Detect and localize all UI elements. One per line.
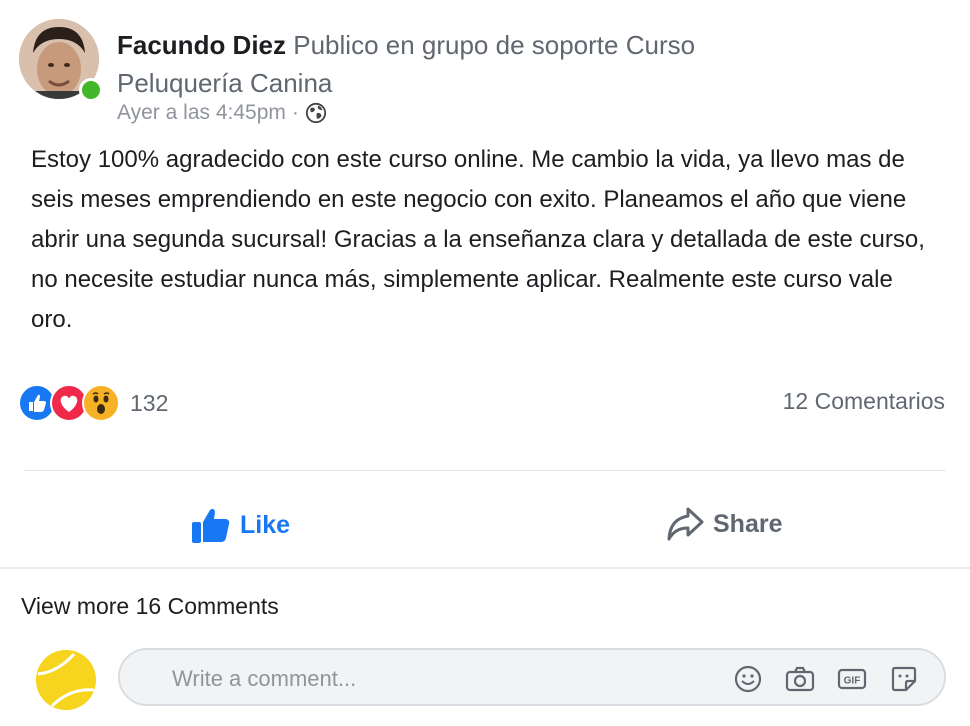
current-user-avatar[interactable]: [36, 650, 96, 710]
comment-box: GIF: [118, 648, 946, 706]
author-name[interactable]: Facundo Diez: [117, 30, 286, 60]
emoji-icon[interactable]: [732, 664, 764, 694]
thumbs-up-icon: [192, 508, 230, 543]
post-meta: Ayer a las 4:45pm ·: [117, 101, 327, 125]
reaction-count[interactable]: 132: [130, 390, 168, 417]
divider: [24, 470, 946, 471]
gif-icon[interactable]: GIF: [836, 664, 868, 694]
share-arrow-icon: [667, 507, 704, 541]
divider: [0, 567, 970, 569]
like-button[interactable]: Like: [190, 505, 290, 545]
globe-icon[interactable]: [305, 102, 327, 124]
svg-text:GIF: GIF: [844, 676, 861, 687]
sticker-icon[interactable]: [888, 664, 920, 694]
comments-count-link[interactable]: 12 Comentarios: [783, 388, 945, 415]
post-body-text: Estoy 100% agradecido con este curso onl…: [31, 146, 925, 333]
share-label: Share: [713, 509, 783, 538]
meta-separator: ·: [291, 101, 299, 124]
online-status-dot: [79, 78, 103, 102]
post-timestamp[interactable]: Ayer a las 4:45pm: [117, 101, 286, 125]
comment-input[interactable]: [170, 662, 714, 696]
view-more-comments-link[interactable]: View more 16 Comments: [21, 593, 279, 620]
reactions-summary[interactable]: 132: [18, 384, 168, 422]
like-label: Like: [240, 510, 291, 539]
comment-tools: GIF: [732, 664, 920, 694]
wow-reaction-icon: [82, 384, 120, 422]
tennis-ball-icon: [36, 650, 96, 710]
post-header: Facundo Diez Publico en grupo de soporte…: [117, 26, 817, 102]
camera-icon[interactable]: [784, 664, 816, 694]
share-button[interactable]: Share: [665, 505, 782, 543]
